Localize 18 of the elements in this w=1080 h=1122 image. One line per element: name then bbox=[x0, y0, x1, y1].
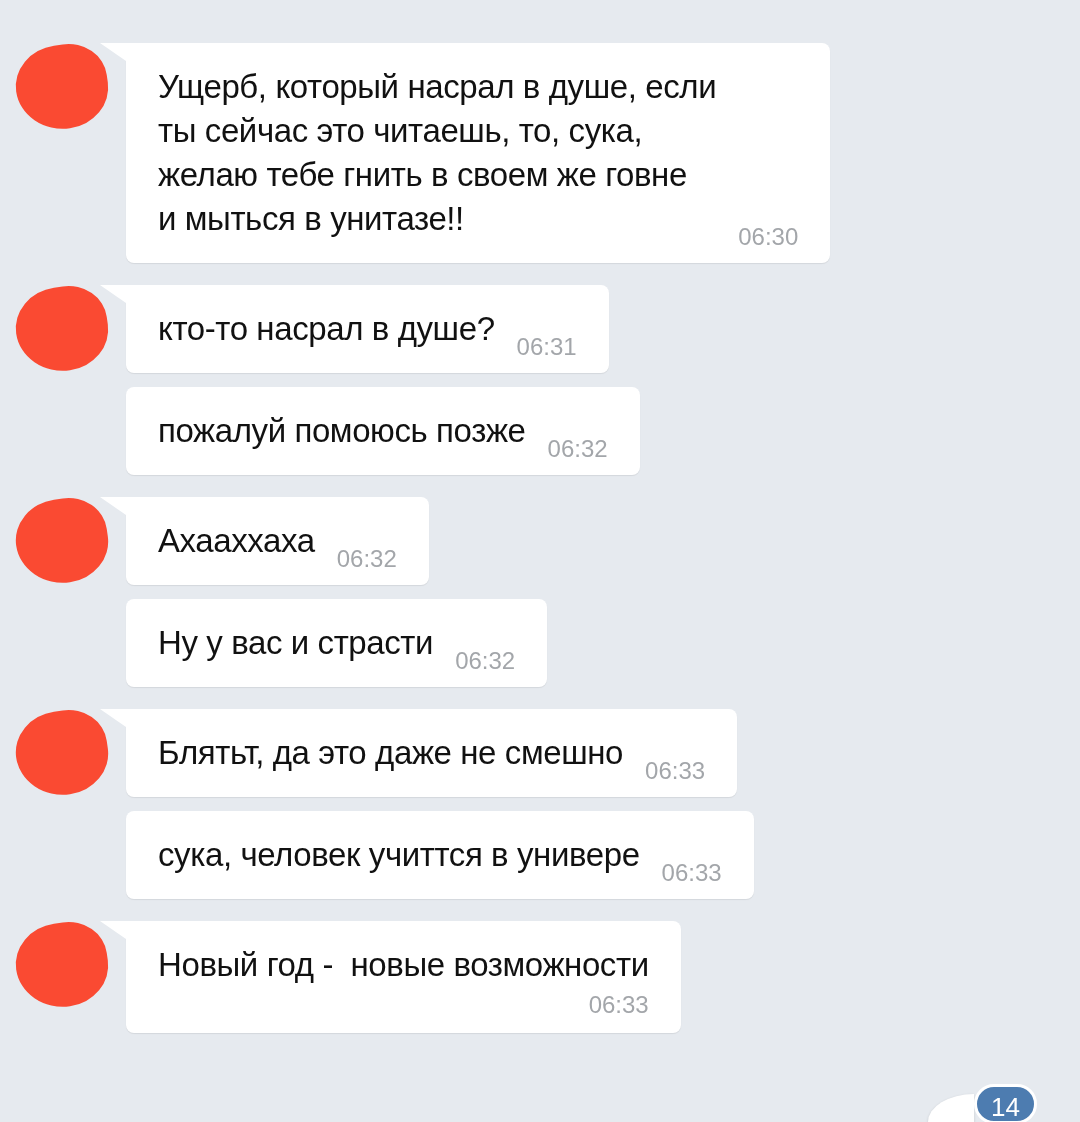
message-time: 06:32 bbox=[547, 435, 608, 463]
message-time: 06:33 bbox=[661, 859, 722, 887]
message-text: Новый год - новые возможности bbox=[158, 945, 649, 985]
message-text: Ахааххаха bbox=[158, 521, 315, 561]
message-time: 06:30 bbox=[738, 223, 799, 251]
message-time: 06:32 bbox=[336, 545, 397, 573]
message-time: 06:33 bbox=[645, 757, 706, 785]
message-time: 06:32 bbox=[455, 647, 516, 675]
message-time: 06:31 bbox=[516, 333, 577, 361]
unread-badge: 14 bbox=[974, 1084, 1037, 1122]
message-text: кто-то насрал в душе? bbox=[158, 309, 495, 349]
message-text: Блятьт, да это даже не смешно bbox=[158, 733, 624, 773]
message-time: 06:33 bbox=[588, 991, 649, 1019]
scroll-down-button[interactable] bbox=[928, 1094, 974, 1122]
message-text: сука, человек учиттся в универе bbox=[158, 835, 640, 875]
message-text: Ну у вас и страсти bbox=[158, 623, 434, 663]
message-text: пожалуй помоюсь позже bbox=[158, 411, 526, 451]
message-text: Ущерб, который насрал в душе, если ты сейчас это читаешь, то, сука, желаю тебе гнить в своем же говне и мыться в унитазе!! bbox=[158, 67, 717, 239]
